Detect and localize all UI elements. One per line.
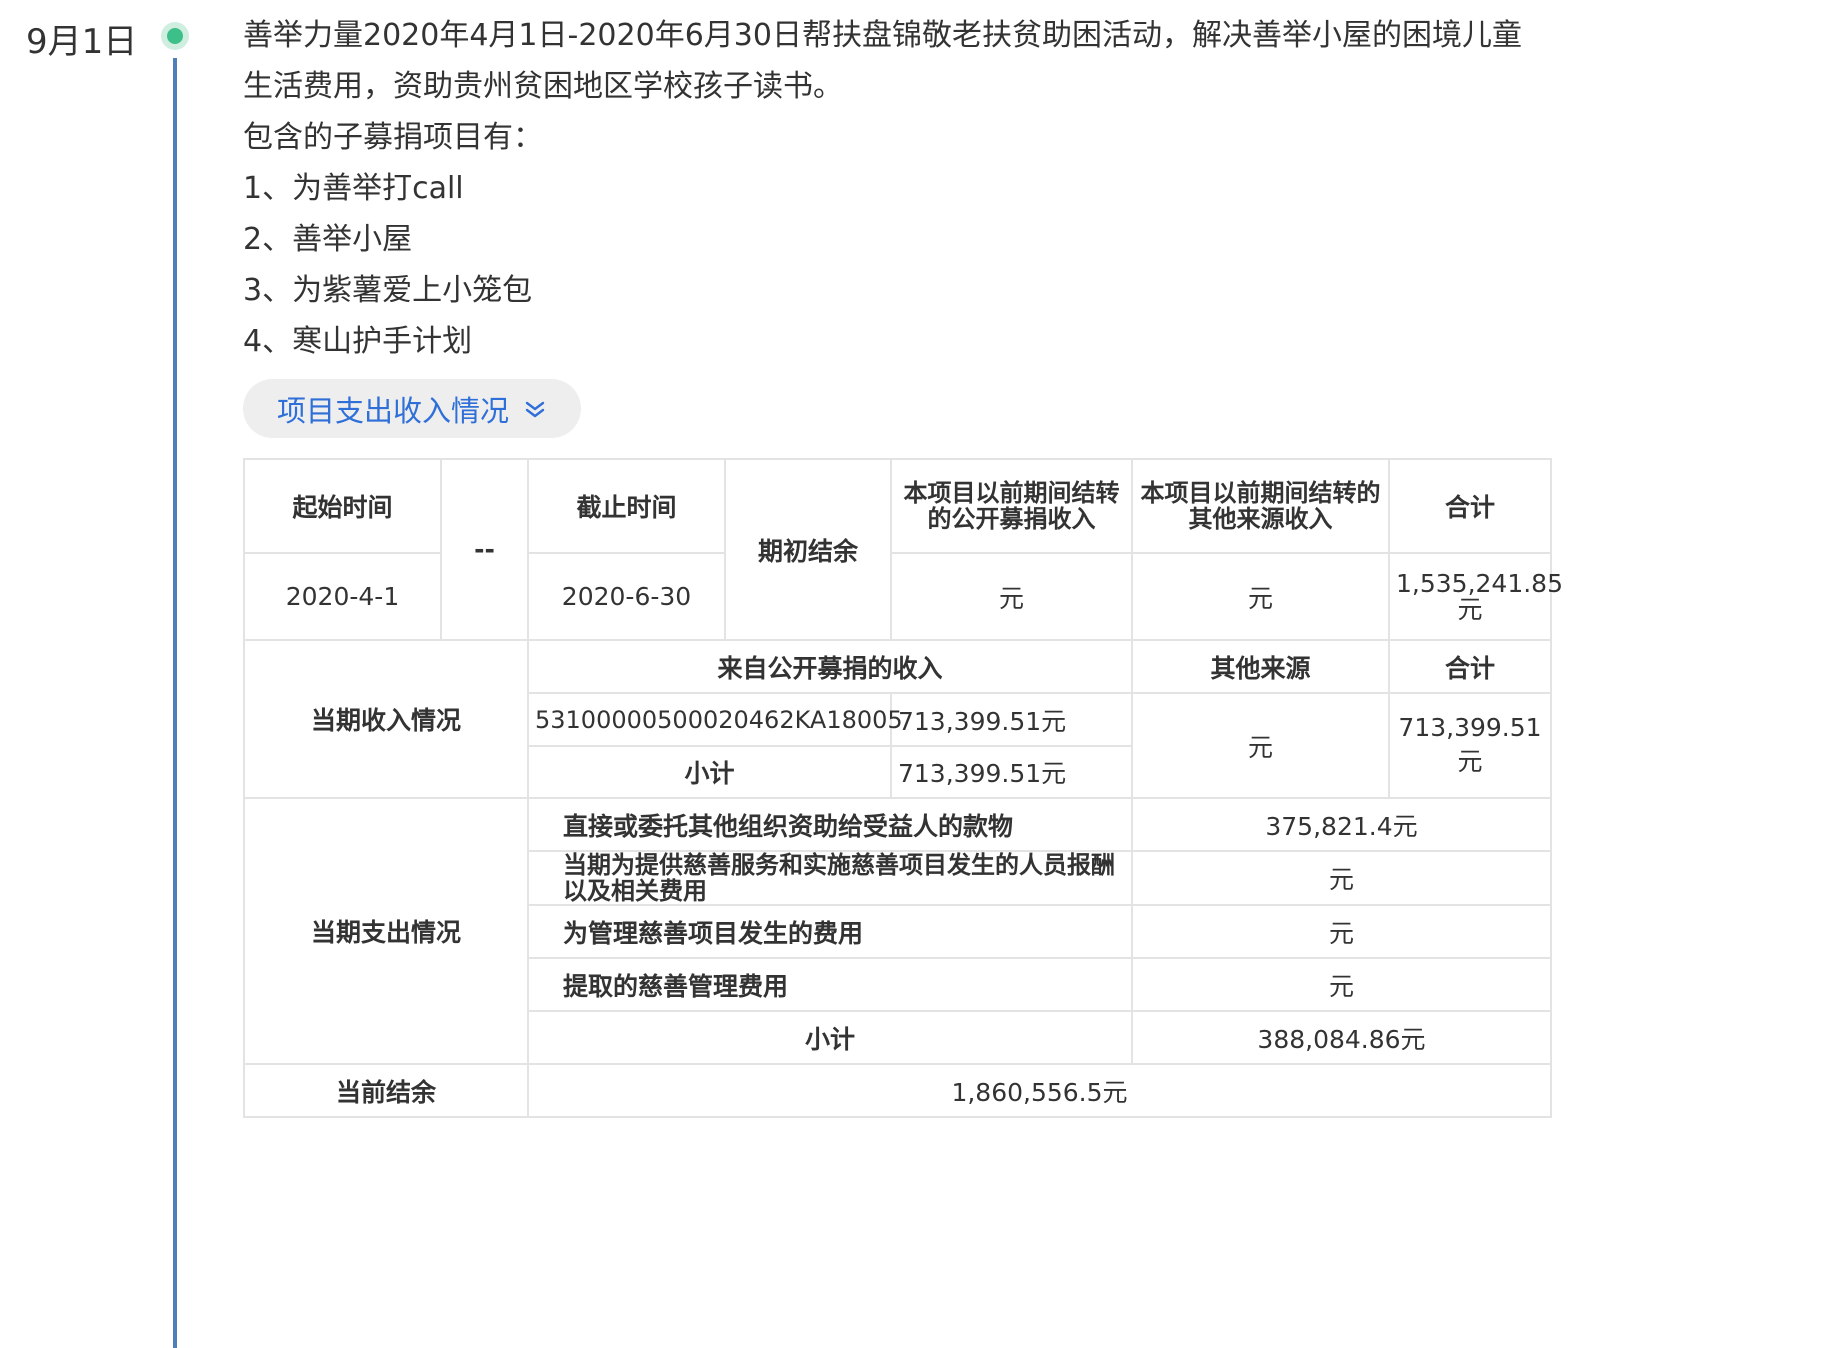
- income-total-value: 713,399.51元: [1388, 692, 1552, 799]
- income-record-value: 713,399.51元: [890, 692, 1133, 747]
- time-separator: --: [440, 458, 529, 641]
- start-time-header: 起始时间: [243, 458, 442, 554]
- expense-item-label: 当期为提供慈善服务和实施慈善项目发生的人员报酬以及相关费用: [527, 850, 1133, 906]
- list-item: 2、善举小屋: [243, 222, 413, 257]
- carry-other-header: 本项目以前期间结转的其他来源收入: [1131, 458, 1390, 554]
- expense-item-label: 为管理慈善项目发生的费用: [527, 904, 1133, 959]
- chevron-double-down-icon: [525, 401, 545, 417]
- income-subtotal-label: 小计: [527, 745, 892, 799]
- income-total-header: 合计: [1388, 639, 1552, 694]
- current-balance-value: 1,860,556.5元: [527, 1063, 1552, 1118]
- end-time-value: 2020-6-30: [527, 552, 726, 641]
- expense-item-value: 元: [1131, 904, 1552, 959]
- end-time-header: 截止时间: [527, 458, 726, 554]
- other-source-header: 其他来源: [1131, 639, 1390, 694]
- project-description: 善举力量2020年4月1日-2020年6月30日帮扶盘锦敬老扶贫助困活动，解决善…: [243, 10, 1533, 367]
- income-expense-table: 起始时间 -- 截止时间 期初结余 本项目以前期间结转的公开募捐收入 本项目以前…: [243, 458, 1563, 1118]
- total-header: 合计: [1388, 458, 1552, 554]
- carry-public-value: 元: [890, 552, 1133, 641]
- expense-subtotal-label: 小计: [527, 1010, 1133, 1065]
- carry-public-header: 本项目以前期间结转的公开募捐收入: [890, 458, 1133, 554]
- income-expense-toggle-button[interactable]: 项目支出收入情况: [243, 379, 581, 438]
- expense-item-value: 375,821.4元: [1131, 797, 1552, 852]
- current-balance-label: 当前结余: [243, 1063, 529, 1118]
- expense-item-label: 直接或委托其他组织资助给受益人的款物: [527, 797, 1133, 852]
- expense-item-value: 元: [1131, 957, 1552, 1012]
- income-record-code: 53100000500020462KA18005: [527, 692, 903, 747]
- carry-other-value: 元: [1131, 552, 1390, 641]
- timeline-date: 9月1日: [26, 22, 138, 62]
- description-paragraph: 善举力量2020年4月1日-2020年6月30日帮扶盘锦敬老扶贫助困活动，解决善…: [243, 18, 1522, 104]
- expense-section-label: 当期支出情况: [243, 797, 529, 1065]
- opening-balance-header: 期初结余: [724, 458, 892, 641]
- income-section-label: 当期收入情况: [243, 639, 529, 799]
- description-subtitle: 包含的子募捐项目有：: [243, 120, 543, 155]
- public-income-header: 来自公开募捐的收入: [527, 639, 1133, 694]
- timeline-line: [173, 58, 177, 1348]
- list-item: 1、为善举打call: [243, 171, 464, 206]
- toggle-label: 项目支出收入情况: [276, 393, 509, 428]
- period-total-value: 1,535,241.85元: [1388, 552, 1563, 641]
- list-item: 3、为紫薯爱上小笼包: [243, 273, 533, 308]
- other-source-value: 元: [1131, 692, 1390, 799]
- list-item: 4、寒山护手计划: [243, 324, 473, 359]
- income-subtotal-value: 713,399.51元: [890, 745, 1133, 799]
- expense-subtotal-value: 388,084.86元: [1131, 1010, 1552, 1065]
- start-time-value: 2020-4-1: [243, 552, 442, 641]
- expense-item-value: 元: [1131, 850, 1552, 906]
- expense-item-label: 提取的慈善管理费用: [527, 957, 1133, 1012]
- timeline-dot-icon: [161, 22, 189, 50]
